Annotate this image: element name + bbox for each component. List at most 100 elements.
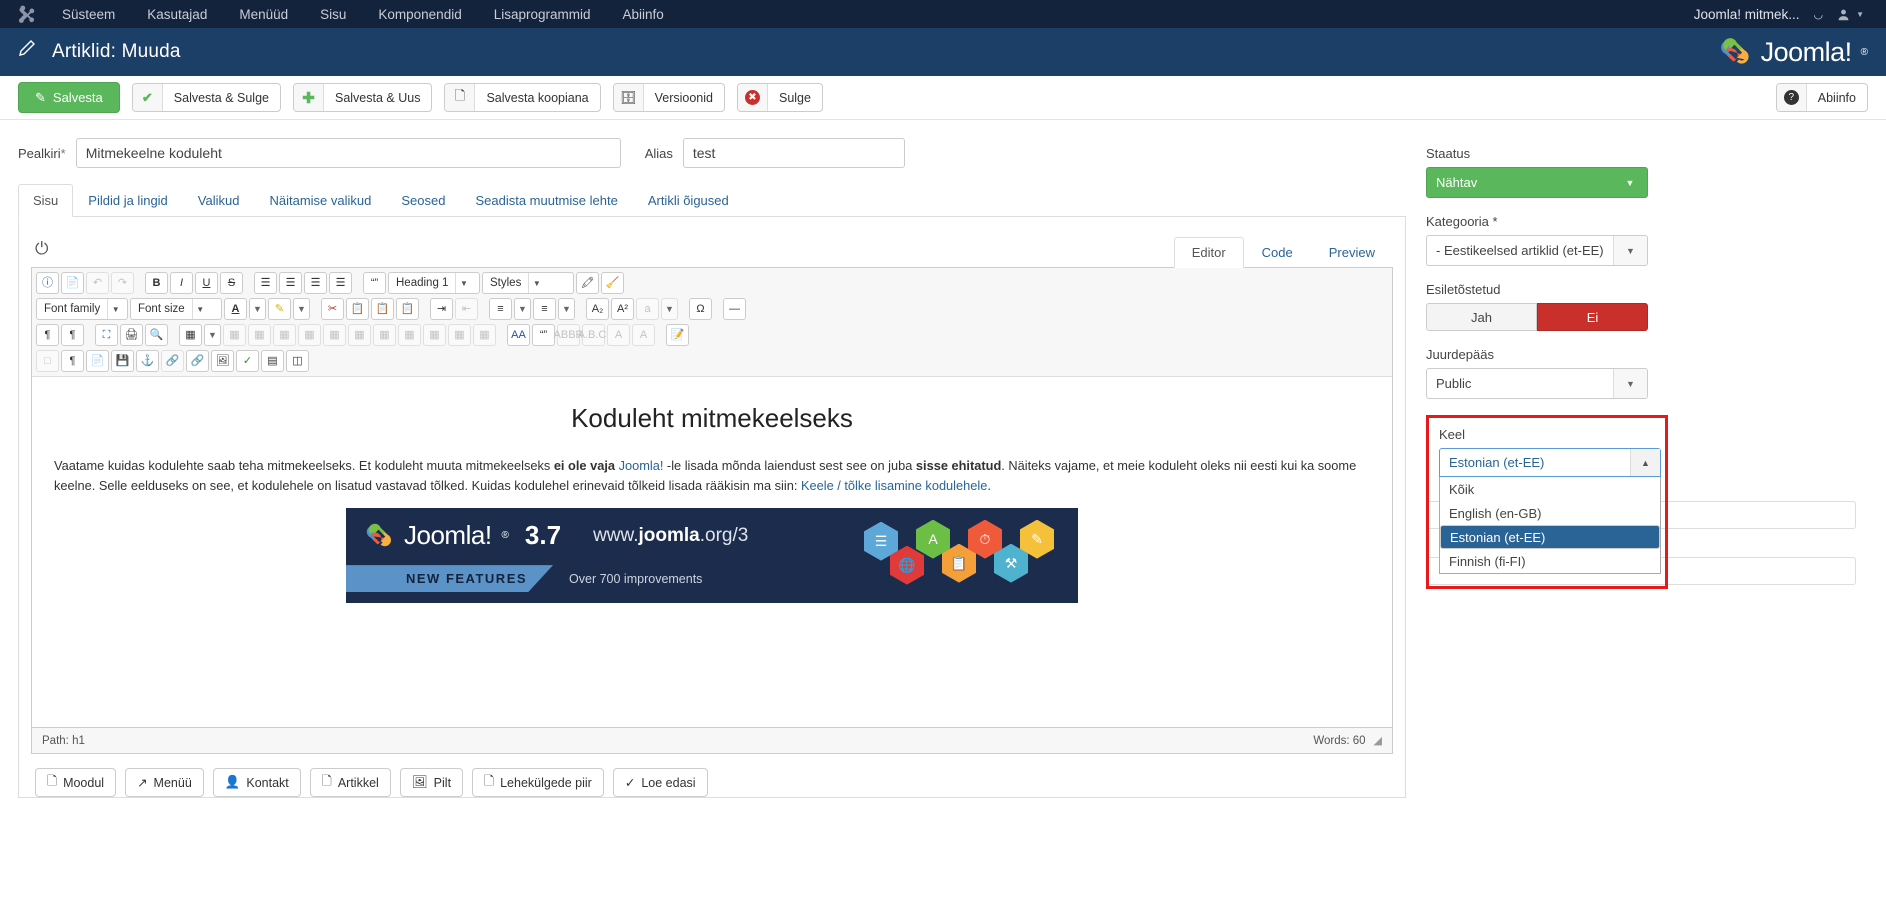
- article-index-icon[interactable]: AA: [507, 324, 530, 346]
- find-replace-icon[interactable]: a: [636, 298, 659, 320]
- split-cells-icon[interactable]: ▦: [448, 324, 471, 346]
- menu-item-extensions[interactable]: Lisaprogrammid: [478, 7, 607, 22]
- link-icon[interactable]: 🔗: [186, 350, 209, 372]
- tab-editor[interactable]: Editor: [1173, 237, 1244, 268]
- horizontal-split-icon[interactable]: ▤: [261, 350, 284, 372]
- remove-format-icon[interactable]: 🖍: [576, 272, 599, 294]
- insert-page-icon[interactable]: 📄: [86, 350, 109, 372]
- anchor-icon[interactable]: ⚓: [136, 350, 159, 372]
- language-option-koik[interactable]: Kõik: [1440, 477, 1660, 501]
- delete-text-icon[interactable]: A: [607, 324, 630, 346]
- insert-pagebreak-button[interactable]: 🗋 Lehekülgede piir: [472, 768, 604, 797]
- fullscreen-icon[interactable]: ⛶: [95, 324, 118, 346]
- menu-item-system[interactable]: Süsteem: [46, 7, 131, 22]
- outdent-icon[interactable]: ⇤: [455, 298, 478, 320]
- redo-icon[interactable]: ↷: [111, 272, 134, 294]
- menu-item-help[interactable]: Abiinfo: [607, 7, 680, 22]
- blockquote-icon[interactable]: “”: [363, 272, 386, 294]
- tab-sisu[interactable]: Sisu: [18, 184, 74, 217]
- save-new-button[interactable]: ✚ Salvesta & Uus: [292, 83, 433, 112]
- search-icon[interactable]: 🔍: [145, 324, 168, 346]
- insert-text-icon[interactable]: A: [632, 324, 655, 346]
- paste-icon[interactable]: 📋: [371, 298, 394, 320]
- alias-input[interactable]: [682, 138, 905, 168]
- editor-content-area[interactable]: Koduleht mitmekeelseks Vaatame kuidas ko…: [32, 377, 1392, 727]
- quote-icon[interactable]: “”: [532, 324, 555, 346]
- tab-seadista-muutmise-lehte[interactable]: Seadista muutmise lehte: [460, 184, 632, 217]
- language-option-estonian[interactable]: Estonian (et-EE): [1440, 525, 1660, 549]
- chevron-down-icon[interactable]: ▼: [661, 298, 678, 320]
- power-icon[interactable]: ⏻: [31, 239, 52, 267]
- align-left-icon[interactable]: ☰: [304, 272, 327, 294]
- user-menu[interactable]: ▼: [1837, 8, 1864, 21]
- insert-contact-button[interactable]: 👤 Kontakt: [212, 768, 301, 797]
- delete-column-icon[interactable]: ▦: [423, 324, 446, 346]
- acronym-icon[interactable]: A.B.C.: [578, 324, 609, 346]
- bullet-list-icon[interactable]: ≡: [533, 298, 556, 320]
- insert-row-before-icon[interactable]: ▦: [298, 324, 321, 346]
- delete-row-icon[interactable]: ▦: [348, 324, 371, 346]
- text-color-icon[interactable]: A: [224, 298, 247, 320]
- chevron-down-icon[interactable]: ▼: [293, 298, 310, 320]
- translation-link[interactable]: Keele / tõlke lisamine kodulehele: [801, 478, 987, 493]
- joomla-link[interactable]: Joomla!: [619, 458, 664, 473]
- featured-no-button[interactable]: Ei: [1537, 303, 1648, 331]
- rtl-icon[interactable]: ¶: [61, 324, 84, 346]
- indent-icon[interactable]: ⇥: [430, 298, 453, 320]
- undo-icon[interactable]: ↶: [86, 272, 109, 294]
- language-select[interactable]: Estonian (et-EE) ▲: [1439, 448, 1661, 477]
- template-icon[interactable]: 📝: [666, 324, 689, 346]
- insert-image-button[interactable]: 🖼 Pilt: [399, 768, 464, 797]
- category-select[interactable]: - Eestikeelsed artiklid (et-EE) ▼: [1426, 235, 1648, 266]
- tab-preview[interactable]: Preview: [1311, 237, 1393, 268]
- chevron-down-icon[interactable]: ▼: [204, 324, 221, 346]
- cut-icon[interactable]: ✂: [321, 298, 344, 320]
- tab-naitamise-valikud[interactable]: Näitamise valikud: [254, 184, 386, 217]
- align-right-icon[interactable]: ☰: [329, 272, 352, 294]
- subscript-icon[interactable]: A₂: [586, 298, 609, 320]
- insert-table-icon[interactable]: ▦: [179, 324, 202, 346]
- joomla-icon[interactable]: [14, 3, 36, 25]
- tab-valikud[interactable]: Valikud: [183, 184, 255, 217]
- bold-icon[interactable]: B: [145, 272, 168, 294]
- fontsize-select[interactable]: Font size ▼: [130, 298, 222, 320]
- versions-button[interactable]: 🗄 Versioonid: [612, 83, 725, 112]
- external-link-icon[interactable]: ◡: [1813, 8, 1823, 21]
- format-painter-icon[interactable]: 🧹: [601, 272, 624, 294]
- vertical-split-icon[interactable]: ◫: [286, 350, 309, 372]
- unlink-icon[interactable]: 🔗: [161, 350, 184, 372]
- align-center-icon[interactable]: ☰: [279, 272, 302, 294]
- save-editor-icon[interactable]: 💾: [111, 350, 134, 372]
- tab-seosed[interactable]: Seosed: [386, 184, 460, 217]
- table-row-properties-icon[interactable]: ▦: [248, 324, 271, 346]
- delete-table-icon[interactable]: ▦: [223, 324, 246, 346]
- insert-article-button[interactable]: 🗋 Artikkel: [309, 768, 391, 797]
- print-icon[interactable]: 🖨: [120, 324, 143, 346]
- highlight-color-icon[interactable]: ✎: [268, 298, 291, 320]
- ltr-icon[interactable]: ¶: [36, 324, 59, 346]
- tab-code[interactable]: Code: [1244, 237, 1311, 268]
- visual-chars-icon[interactable]: ¶: [61, 350, 84, 372]
- title-input[interactable]: [75, 138, 621, 168]
- insert-module-button[interactable]: 🗋 Moodul: [35, 768, 117, 797]
- language-option-finnish[interactable]: Finnish (fi-FI): [1440, 549, 1660, 573]
- help-icon[interactable]: ⓘ: [36, 272, 59, 294]
- spellcheck-icon[interactable]: ✓: [236, 350, 259, 372]
- insert-readmore-button[interactable]: ✓ Loe edasi: [612, 768, 708, 797]
- abbreviation-icon[interactable]: ABBR: [554, 324, 583, 346]
- numbered-list-icon[interactable]: ≡: [489, 298, 512, 320]
- featured-yes-button[interactable]: Jah: [1426, 303, 1537, 331]
- strikethrough-icon[interactable]: S: [220, 272, 243, 294]
- save-copy-button[interactable]: 🗋 Salvesta koopiana: [444, 83, 601, 112]
- fontfamily-select[interactable]: Font family ▼: [36, 298, 128, 320]
- menu-item-menus[interactable]: Menüüd: [223, 7, 304, 22]
- site-name-link[interactable]: Joomla! mitmek...: [1694, 7, 1800, 22]
- resize-handle-icon[interactable]: ◢: [1374, 734, 1382, 747]
- table-cell-properties-icon[interactable]: ▦: [273, 324, 296, 346]
- chevron-down-icon[interactable]: ▼: [558, 298, 575, 320]
- close-button[interactable]: ✖ Sulge: [736, 83, 823, 112]
- merge-cells-icon[interactable]: ▦: [473, 324, 496, 346]
- menu-item-content[interactable]: Sisu: [304, 7, 362, 22]
- new-document-icon[interactable]: 📄: [61, 272, 84, 294]
- horizontal-rule-icon[interactable]: —: [723, 298, 746, 320]
